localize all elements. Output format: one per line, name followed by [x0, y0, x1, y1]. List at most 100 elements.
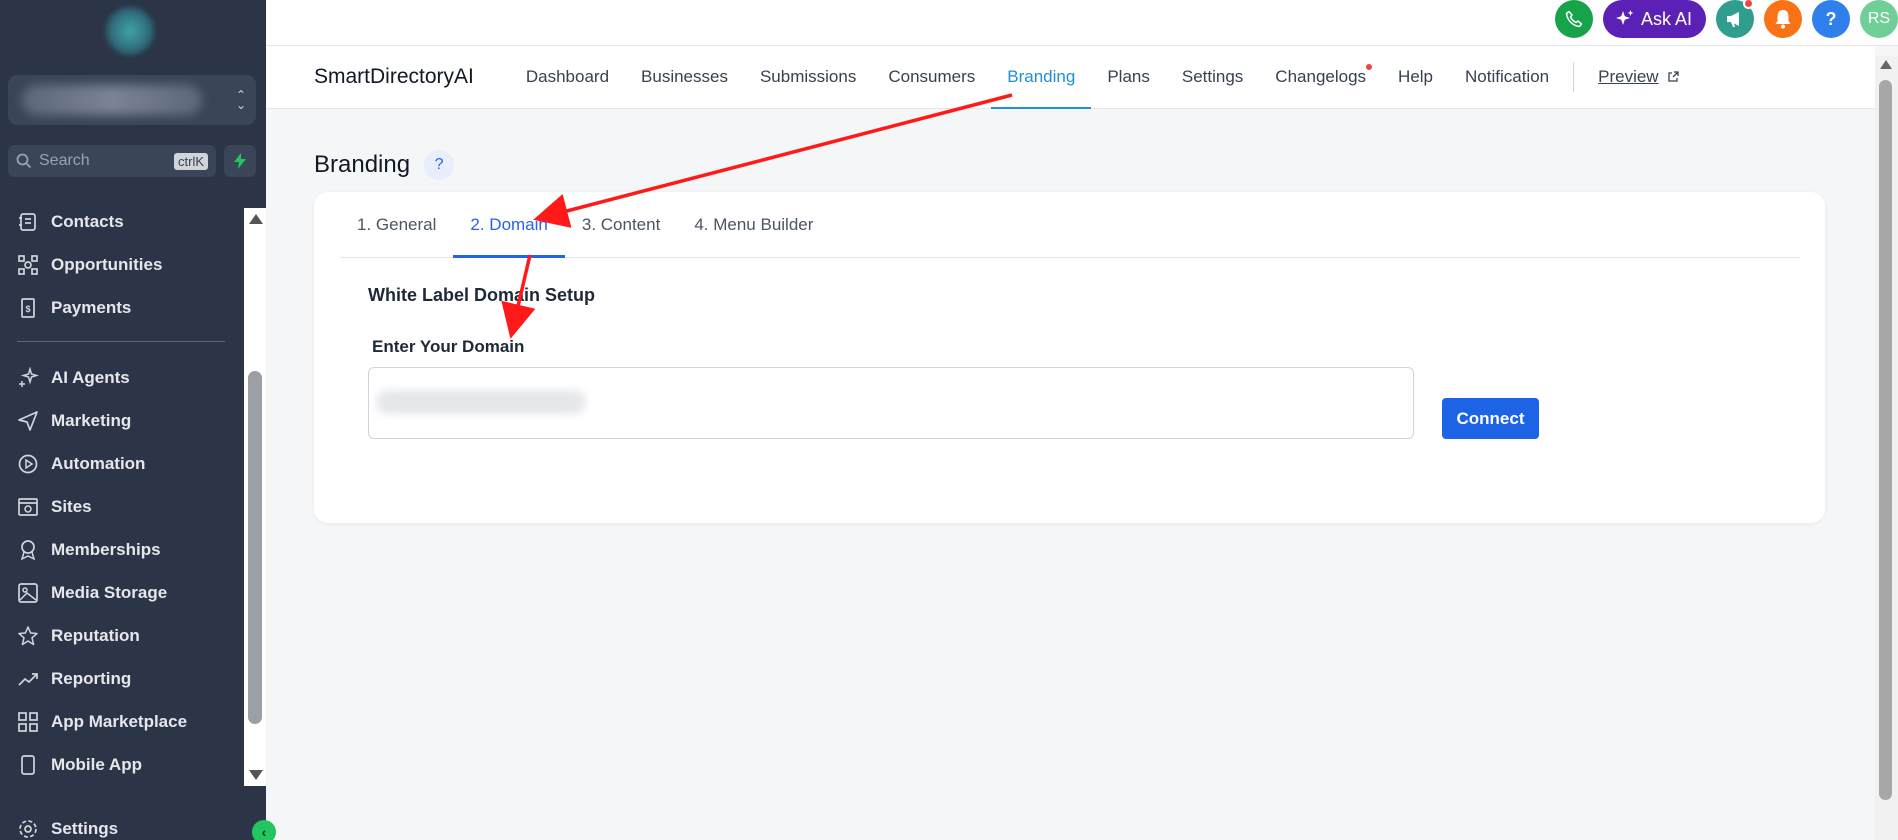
preview-label: Preview	[1598, 67, 1659, 86]
sidebar-item-settings[interactable]: Settings	[17, 818, 118, 840]
user-avatar[interactable]: RS	[1860, 0, 1898, 38]
phone-icon	[1565, 10, 1583, 28]
tab-menu-builder[interactable]: 4. Menu Builder	[677, 193, 830, 257]
scroll-up-arrow-icon[interactable]	[1880, 60, 1892, 69]
sidebar-item-mobile-app[interactable]: Mobile App	[0, 743, 242, 786]
account-name-redacted	[22, 85, 202, 115]
tab-submissions[interactable]: Submissions	[744, 46, 872, 109]
tab-dashboard[interactable]: Dashboard	[510, 46, 625, 109]
scroll-up-arrow-icon[interactable]	[249, 214, 263, 224]
connect-button[interactable]: Connect	[1442, 398, 1539, 439]
ask-ai-label: Ask AI	[1640, 8, 1692, 29]
sidebar-item-reporting[interactable]: Reporting	[0, 657, 242, 700]
media-storage-icon	[18, 582, 38, 603]
search-icon	[16, 153, 32, 169]
sidebar-item-contacts[interactable]: Contacts	[0, 200, 242, 243]
automation-icon	[18, 454, 38, 473]
sidebar-item-automation[interactable]: Automation	[0, 442, 242, 485]
section-title: White Label Domain Setup	[368, 285, 596, 305]
sidebar: ⌃ ⌄ Search ctrlK Contacts Opportunities $…	[0, 0, 266, 840]
scroll-down-arrow-icon[interactable]	[249, 770, 263, 780]
sidebar-item-app-marketplace[interactable]: App Marketplace	[0, 700, 242, 743]
sidebar-item-memberships[interactable]: Memberships	[0, 528, 242, 571]
tab-general[interactable]: 1. General	[340, 193, 453, 257]
ask-ai-button[interactable]: Ask AI	[1602, 0, 1706, 38]
app-marketplace-icon	[18, 711, 38, 732]
sidebar-item-label: AI Agents	[51, 367, 130, 387]
tab-changelogs-label: Changelogs	[1275, 67, 1367, 86]
sidebar-item-media-storage[interactable]: Media Storage	[0, 571, 242, 614]
search-placeholder: Search	[39, 152, 90, 169]
branding-tabs: 1. General 2. Domain 3. Content 4. Menu …	[340, 192, 1800, 258]
sidebar-scrollbar[interactable]	[244, 208, 266, 786]
sidebar-nav: Contacts Opportunities $ Payments AI Age…	[0, 200, 242, 786]
app-nav: SmartDirectoryAI Dashboard Businesses Su…	[266, 46, 1875, 109]
collapse-sidebar-button[interactable]: ‹	[252, 820, 276, 840]
tab-help[interactable]: Help	[1382, 46, 1449, 109]
sidebar-search[interactable]: Search ctrlK	[8, 145, 216, 177]
reporting-icon	[18, 672, 38, 686]
reputation-icon	[18, 625, 38, 645]
page-title: Branding ?	[314, 150, 455, 180]
lightning-icon	[234, 153, 246, 169]
opportunities-icon	[18, 254, 38, 275]
avatar-initials: RS	[1867, 10, 1891, 27]
question-icon: ?	[1825, 8, 1837, 29]
domain-field-label: Enter Your Domain	[372, 337, 525, 356]
tab-content[interactable]: 3. Content	[565, 193, 677, 257]
sidebar-item-label: Reporting	[51, 668, 132, 688]
sidebar-item-opportunities[interactable]: Opportunities	[0, 243, 242, 286]
scrollbar-thumb[interactable]	[1879, 80, 1892, 800]
company-logo	[105, 6, 155, 56]
top-actions: Ask AI ? RS	[1554, 0, 1898, 38]
sidebar-item-marketing[interactable]: Marketing	[0, 399, 242, 442]
branding-help-icon[interactable]: ?	[424, 150, 455, 180]
tab-domain[interactable]: 2. Domain	[453, 193, 566, 258]
sidebar-item-ai-agents[interactable]: AI Agents	[0, 356, 242, 399]
sidebar-item-label: Opportunities	[51, 254, 163, 274]
phone-button[interactable]	[1554, 0, 1593, 38]
tab-changelogs[interactable]: Changelogs	[1259, 46, 1382, 109]
gear-icon	[19, 820, 37, 838]
sidebar-item-label: Payments	[51, 297, 132, 317]
sidebar-item-label: Automation	[51, 453, 146, 473]
sidebar-item-label: App Marketplace	[51, 711, 188, 731]
preview-link[interactable]: Preview	[1582, 46, 1694, 109]
tab-branding[interactable]: Branding	[991, 46, 1092, 109]
tab-consumers[interactable]: Consumers	[872, 46, 991, 109]
tab-plans[interactable]: Plans	[1091, 46, 1166, 109]
sidebar-item-label: Settings	[51, 819, 119, 838]
sidebar-item-label: Marketing	[51, 410, 132, 430]
mobile-app-icon	[21, 754, 35, 775]
sites-icon	[18, 497, 38, 516]
domain-input[interactable]	[368, 367, 1414, 439]
account-switcher[interactable]: ⌃ ⌄	[8, 75, 256, 125]
payments-icon: $	[21, 297, 35, 318]
tab-settings[interactable]: Settings	[1166, 46, 1259, 109]
main-scrollbar[interactable]	[1875, 56, 1898, 840]
marketing-icon	[18, 410, 38, 431]
contacts-icon	[19, 212, 36, 231]
notifications-button[interactable]	[1764, 0, 1802, 38]
notification-dot	[1743, 0, 1754, 9]
tab-businesses[interactable]: Businesses	[625, 46, 744, 109]
bell-icon	[1775, 10, 1791, 29]
page-title-text: Branding	[314, 151, 411, 178]
sidebar-item-reputation[interactable]: Reputation	[0, 614, 242, 657]
chevron-up-down-icon: ⌃ ⌄	[235, 88, 246, 112]
quick-actions-button[interactable]	[224, 145, 256, 177]
announcements-button[interactable]	[1716, 0, 1754, 38]
sidebar-item-payments[interactable]: $ Payments	[0, 286, 242, 329]
megaphone-icon	[1727, 12, 1739, 27]
branding-card: 1. General 2. Domain 3. Content 4. Menu …	[314, 192, 1825, 523]
sidebar-item-label: Reputation	[51, 625, 140, 645]
tab-notification[interactable]: Notification	[1449, 46, 1565, 109]
help-button[interactable]: ?	[1812, 0, 1850, 38]
sidebar-item-label: Media Storage	[51, 582, 168, 602]
changelogs-new-dot	[1366, 63, 1373, 70]
sidebar-item-sites[interactable]: Sites	[0, 485, 242, 528]
svg-text:$: $	[25, 304, 30, 314]
chevron-left-icon: ‹	[261, 824, 267, 840]
scrollbar-thumb[interactable]	[248, 371, 262, 724]
search-shortcut: ctrlK	[174, 152, 208, 170]
